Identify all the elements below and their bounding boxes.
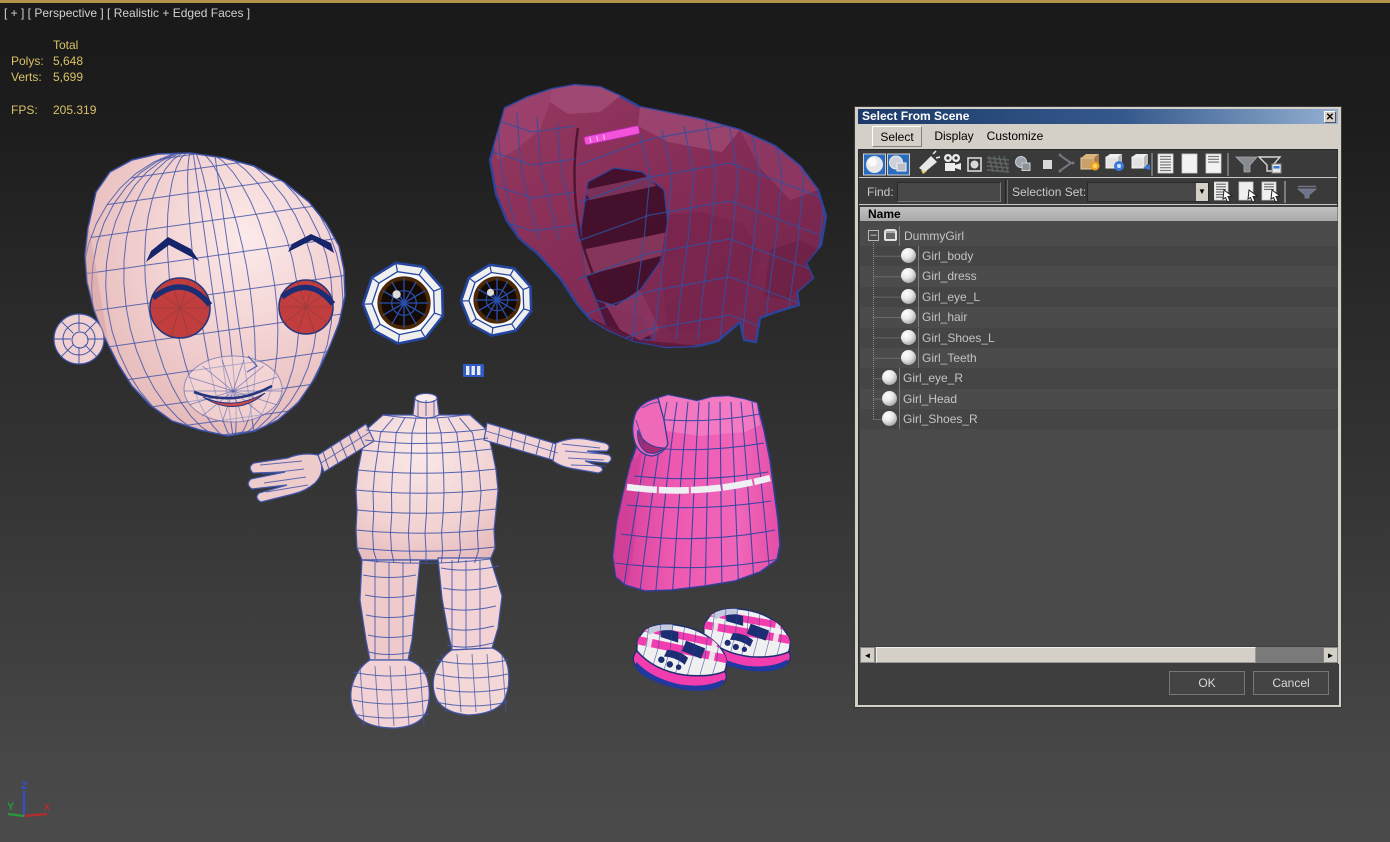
svg-text:Y: Y: [7, 801, 15, 813]
svg-text:x: x: [44, 801, 51, 813]
svg-text:Z: Z: [21, 780, 28, 792]
